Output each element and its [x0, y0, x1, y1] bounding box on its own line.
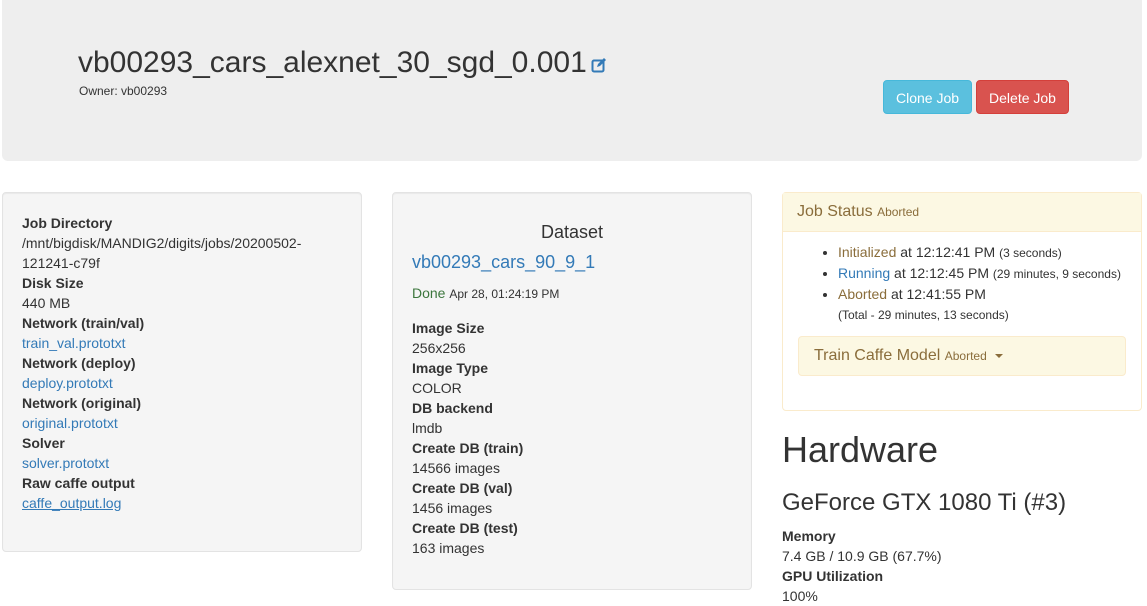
job-status-header: Job Status Aborted — [783, 193, 1141, 232]
solver-label: Solver — [22, 435, 65, 451]
event-time: at 12:12:41 PM — [900, 244, 996, 260]
status-total-duration: (Total - 29 minutes, 13 seconds) — [838, 308, 1009, 322]
job-status-panel: Job Status Aborted Initialized at 12:12:… — [782, 192, 1142, 411]
clone-job-button[interactable]: Clone Job — [883, 80, 972, 114]
memory-value: 7.4 GB / 10.9 GB (67.7%) — [782, 548, 942, 564]
create-db-val-label: Create DB (val) — [412, 480, 513, 496]
task-state: Aborted — [944, 349, 987, 363]
edit-icon[interactable] — [591, 45, 607, 83]
image-type-value: COLOR — [412, 380, 462, 396]
event-time: at 12:41:55 PM — [890, 286, 986, 302]
status-event-aborted: Aborted at 12:41:55 PM — [838, 284, 1126, 304]
hardware-heading: Hardware — [782, 429, 939, 470]
task-name: Train Caffe Model — [814, 347, 941, 364]
gpu-utilization-value: 100% — [782, 588, 818, 604]
dataset-panel: Dataset vb00293_cars_90_9_1 Done Apr 28,… — [392, 192, 752, 590]
disk-size-value: 440 MB — [22, 295, 71, 311]
event-name[interactable]: Running — [838, 265, 890, 281]
caret-down-icon — [995, 353, 1004, 358]
status-event-running: Running at 12:12:45 PM (29 minutes, 9 se… — [838, 263, 1126, 284]
dataset-name-link[interactable]: vb00293_cars_90_9_1 — [412, 251, 732, 273]
db-backend-label: DB backend — [412, 400, 493, 416]
image-size-label: Image Size — [412, 320, 485, 336]
job-status-state: Aborted — [877, 205, 920, 219]
original-prototxt-link[interactable]: original.prototxt — [22, 413, 342, 433]
job-title-text: vb00293_cars_alexnet_30_sgd_0.001 — [78, 46, 587, 79]
create-db-train-value: 14566 images — [412, 460, 500, 476]
delete-job-button[interactable]: Delete Job — [976, 80, 1069, 114]
status-event-initialized: Initialized at 12:12:41 PM (3 seconds) — [838, 242, 1126, 263]
solver-prototxt-link[interactable]: solver.prototxt — [22, 453, 342, 473]
hardware-info-list: Memory 7.4 GB / 10.9 GB (67.7%) GPU Util… — [782, 526, 942, 606]
event-name: Aborted — [838, 286, 888, 302]
network-trainval-label: Network (train/val) — [22, 315, 145, 331]
network-original-label: Network (original) — [22, 395, 142, 411]
dataset-status: Done Apr 28, 01:24:19 PM — [412, 283, 732, 304]
gpu-name: GeForce GTX 1080 Ti (#3) — [782, 489, 1067, 516]
image-size-value: 256x256 — [412, 340, 466, 356]
memory-label: Memory — [782, 528, 836, 544]
job-status-title: Job Status — [797, 203, 873, 220]
dataset-status-done: Done — [412, 285, 446, 301]
page-title: vb00293_cars_alexnet_30_sgd_0.001 — [78, 44, 607, 83]
event-duration: (29 minutes, 9 seconds) — [992, 267, 1121, 281]
job-info-panel: Job Directory /mnt/bigdisk/MANDIG2/digit… — [2, 192, 362, 552]
create-db-test-label: Create DB (test) — [412, 520, 518, 536]
dataset-status-date: Apr 28, 01:24:19 PM — [449, 287, 560, 301]
deploy-prototxt-link[interactable]: deploy.prototxt — [22, 373, 342, 393]
network-deploy-label: Network (deploy) — [22, 355, 136, 371]
image-type-label: Image Type — [412, 360, 488, 376]
event-duration: (3 seconds) — [999, 246, 1062, 260]
job-info-list: Job Directory /mnt/bigdisk/MANDIG2/digit… — [22, 213, 342, 513]
db-backend-value: lmdb — [412, 420, 443, 436]
job-directory-value: /mnt/bigdisk/MANDIG2/digits/jobs/2020050… — [22, 235, 302, 271]
disk-size-label: Disk Size — [22, 275, 84, 291]
dataset-info-list: Image Size 256x256 Image Type COLOR DB b… — [412, 318, 732, 558]
train-val-prototxt-link[interactable]: train_val.prototxt — [22, 333, 342, 353]
job-header: vb00293_cars_alexnet_30_sgd_0.001 Owner:… — [2, 0, 1142, 161]
caffe-output-log-link[interactable]: caffe_output.log — [22, 493, 342, 513]
event-name: Initialized — [838, 244, 897, 260]
job-directory-label: Job Directory — [22, 215, 113, 231]
gpu-utilization-label: GPU Utilization — [782, 568, 884, 584]
status-events-list: Initialized at 12:12:41 PM (3 seconds) R… — [798, 242, 1126, 304]
create-db-train-label: Create DB (train) — [412, 440, 524, 456]
event-time: at 12:12:45 PM — [894, 265, 989, 281]
job-status-body: Initialized at 12:12:41 PM (3 seconds) R… — [783, 232, 1141, 386]
dataset-heading: Dataset — [540, 222, 604, 242]
create-db-val-value: 1456 images — [412, 500, 493, 516]
train-caffe-model-toggle[interactable]: Train Caffe Model Aborted — [798, 336, 1126, 376]
owner-label: Owner: vb00293 — [79, 84, 168, 98]
create-db-test-value: 163 images — [412, 540, 485, 556]
raw-caffe-output-label: Raw caffe output — [22, 475, 135, 491]
